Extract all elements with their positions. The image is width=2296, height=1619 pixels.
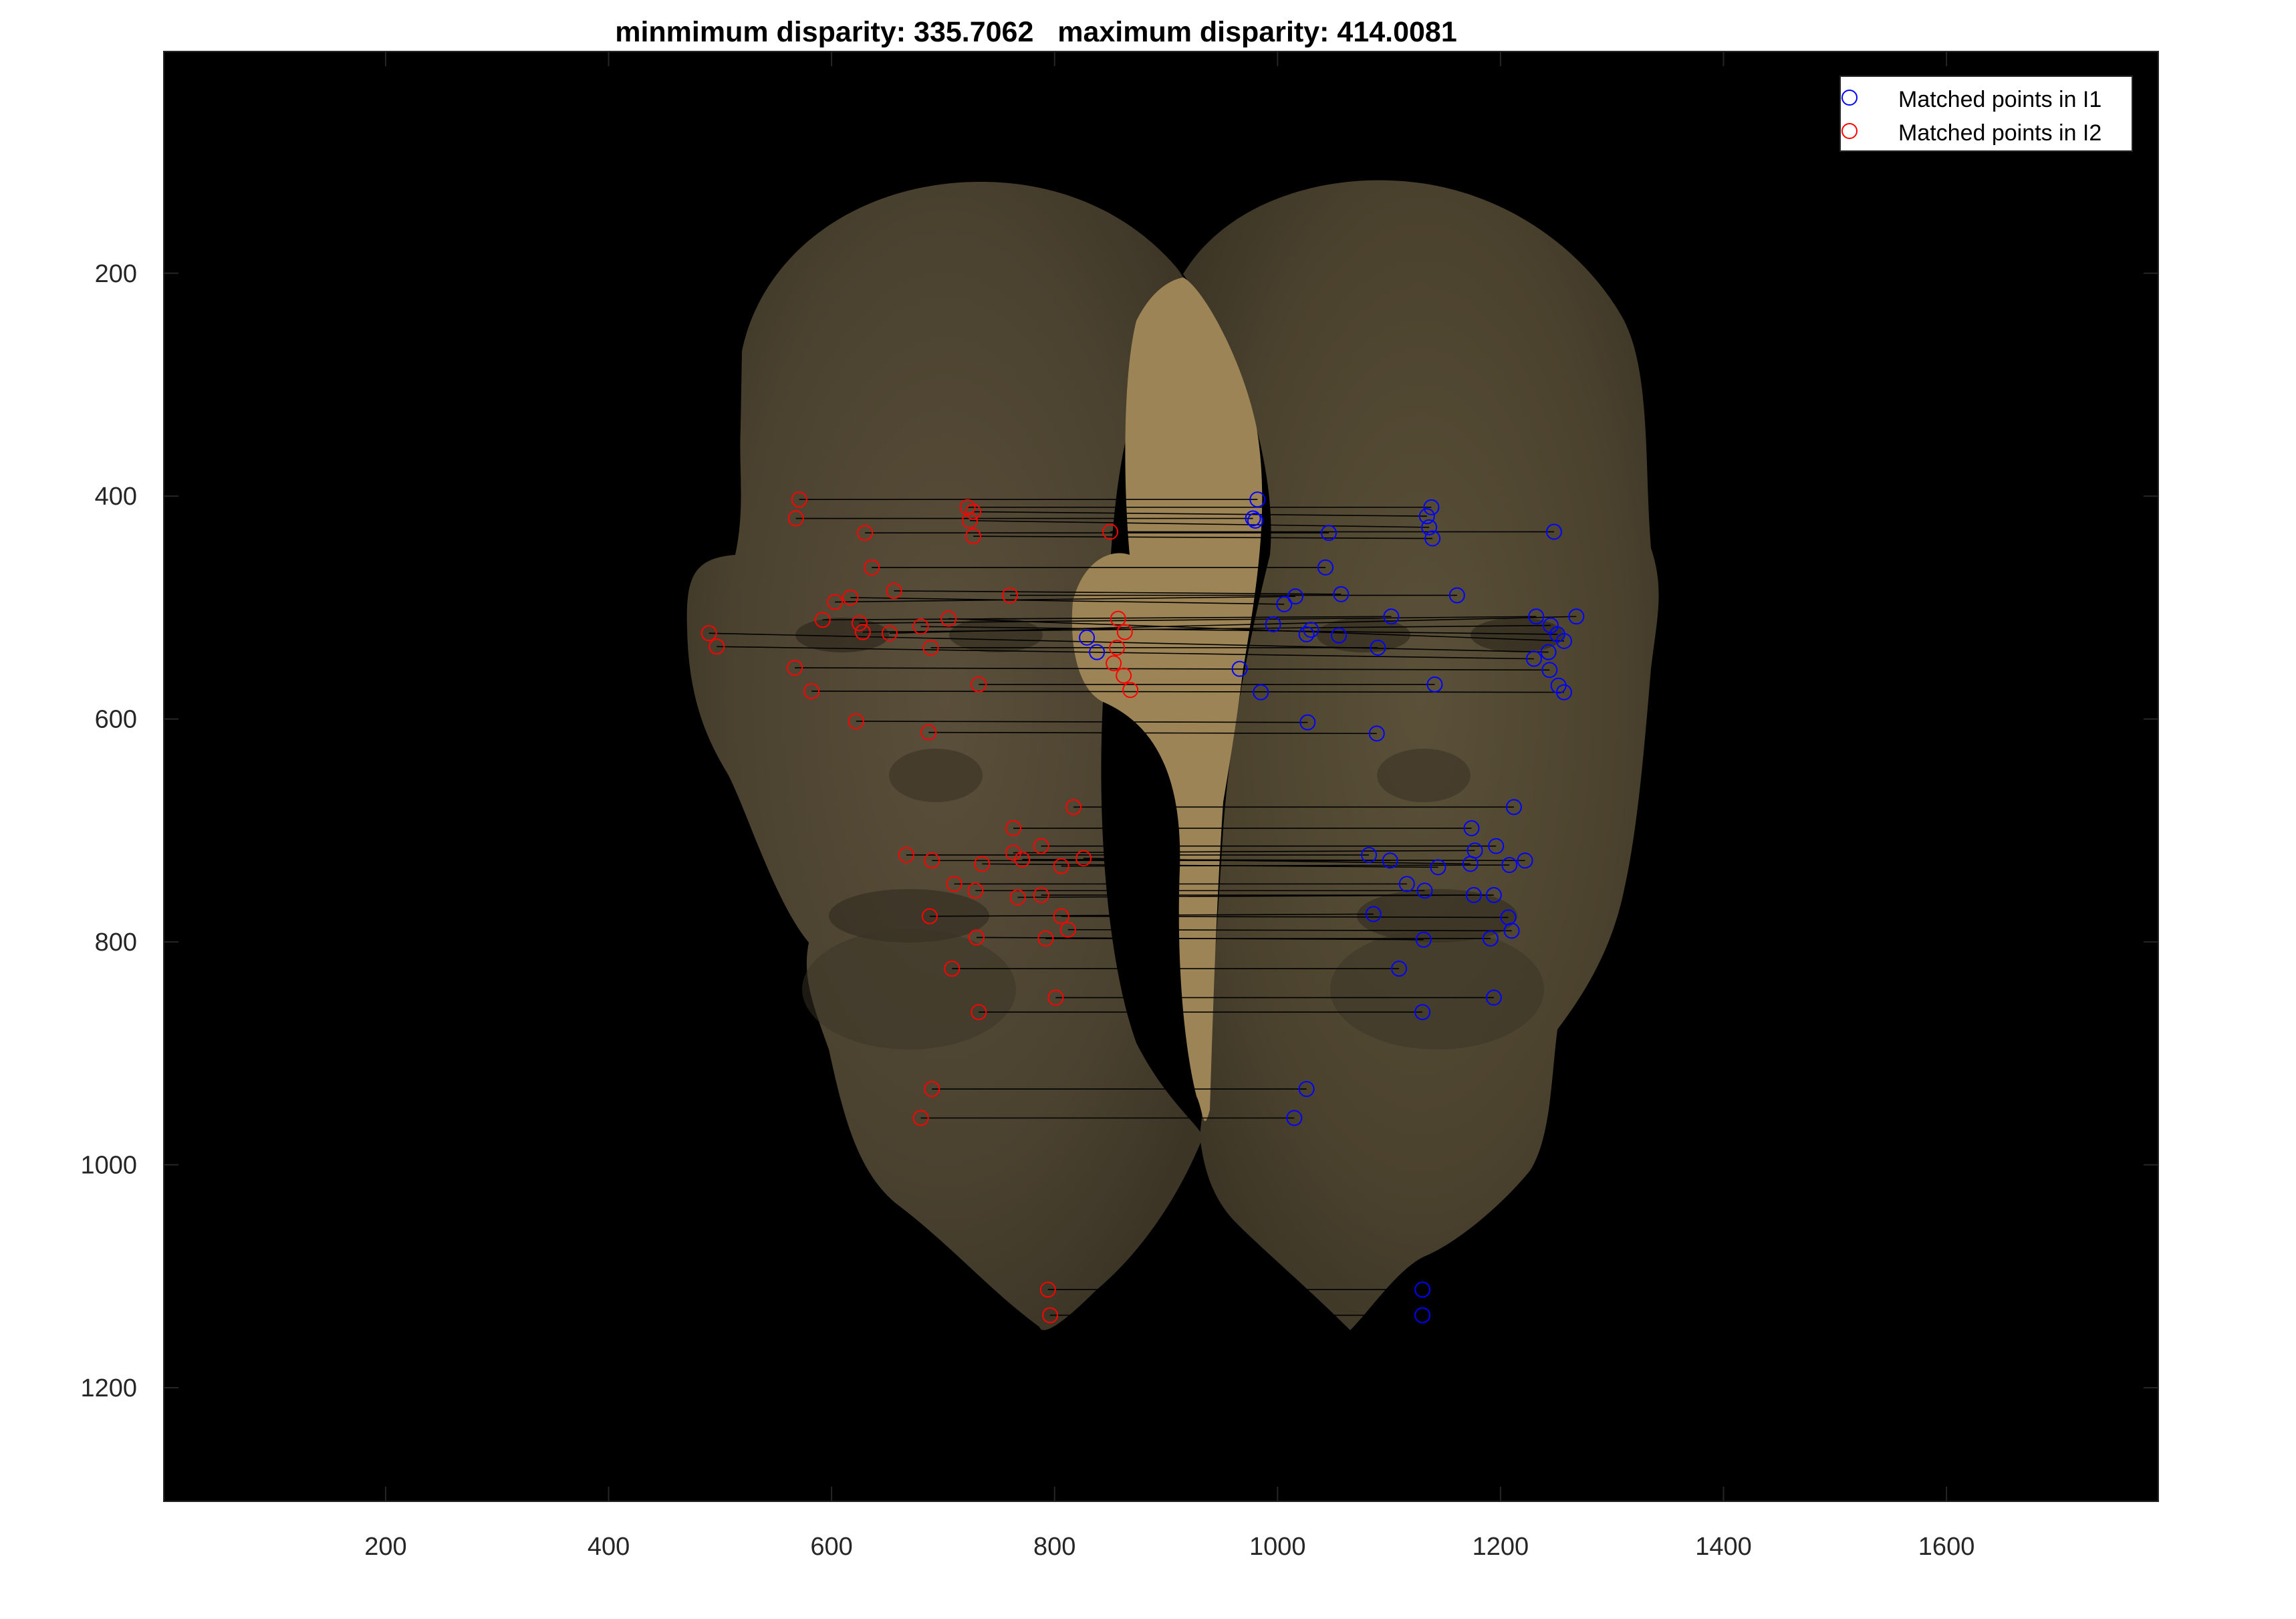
- x-tick-label: 200: [364, 1533, 406, 1561]
- x-tick-label: 1200: [1473, 1533, 1529, 1561]
- y-tick-label: 1000: [80, 1152, 137, 1180]
- y-tick-label: 200: [95, 260, 137, 288]
- y-tick-label: 600: [95, 706, 137, 734]
- legend-label-i2: Matched points in I2: [1898, 120, 2101, 146]
- x-tick-label: 800: [1033, 1533, 1075, 1561]
- x-tick-label: 400: [588, 1533, 630, 1561]
- y-tick-label: 1200: [80, 1374, 137, 1402]
- x-tick-label: 1000: [1249, 1533, 1306, 1561]
- y-tick-label: 800: [95, 928, 137, 957]
- x-tick-label: 1400: [1695, 1533, 1752, 1561]
- x-tick-label: 1600: [1918, 1533, 1975, 1561]
- figure: minmimum disparity: 335.7062 maximum dis…: [80, 16, 2159, 1561]
- y-tick-label: 400: [95, 483, 137, 511]
- chart-title: minmimum disparity: 335.7062 maximum dis…: [615, 16, 1457, 48]
- x-tick-label: 600: [810, 1533, 852, 1561]
- legend-label-i1: Matched points in I1: [1898, 87, 2101, 112]
- legend: Matched points in I1 Matched points in I…: [1839, 76, 2133, 152]
